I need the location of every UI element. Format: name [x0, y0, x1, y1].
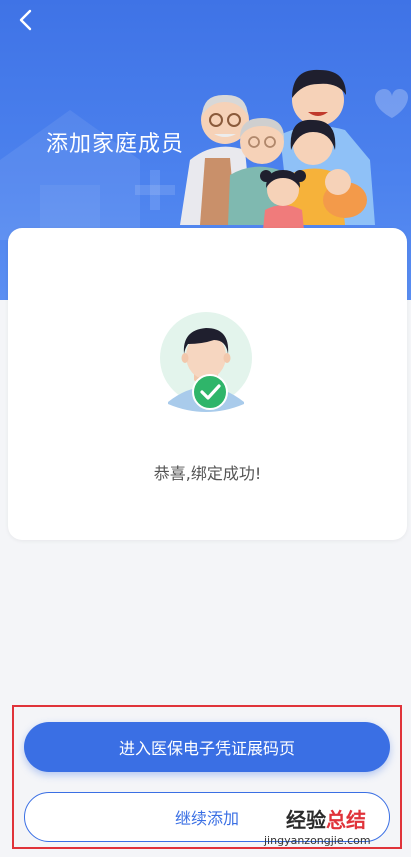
page-title: 添加家庭成员 [46, 132, 185, 157]
enter-code-page-button[interactable]: 进入医保电子凭证展码页 [24, 722, 390, 772]
result-card: 恭喜,绑定成功! [8, 228, 407, 540]
avatar [158, 310, 258, 420]
back-button[interactable] [12, 6, 40, 34]
watermark-url: jingyanzongjie.com [264, 834, 371, 847]
watermark-logo-part2: 总结 [326, 808, 366, 832]
check-icon [192, 374, 228, 410]
watermark-logo: 经验总结 [286, 804, 366, 833]
family-illustration [180, 69, 409, 230]
success-message: 恭喜,绑定成功! [153, 464, 262, 483]
watermark: 经验总结 jingyanzongjie.com [262, 804, 402, 854]
chevron-left-icon [19, 9, 32, 31]
watermark-logo-part1: 经验 [286, 808, 326, 832]
